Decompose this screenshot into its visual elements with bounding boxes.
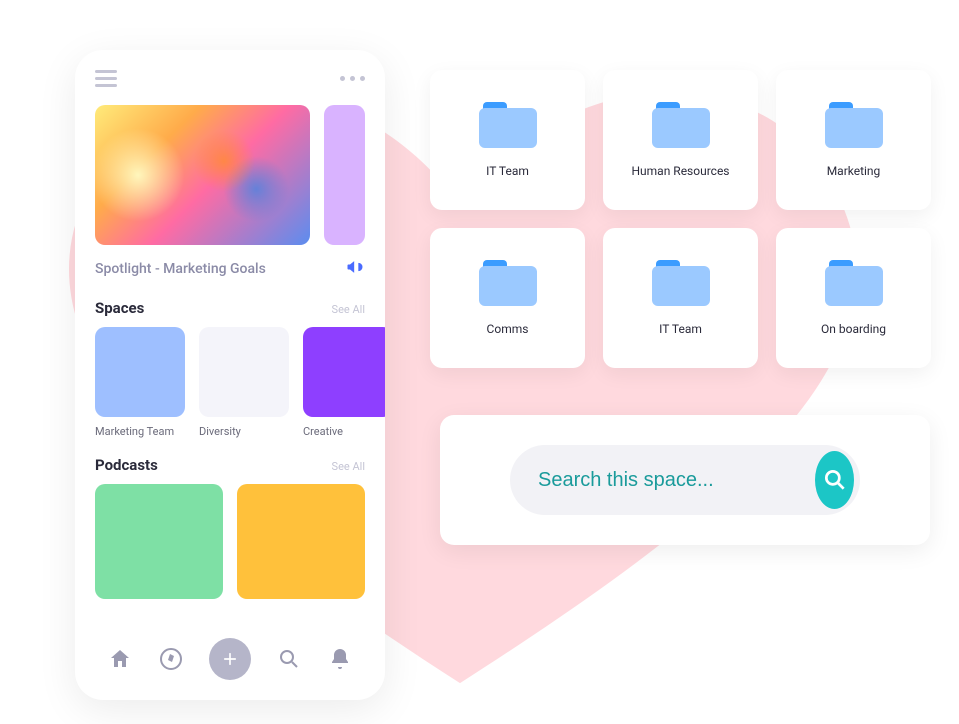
folder-label: Comms [487,322,529,336]
phone-mockup: Spotlight - Marketing Goals Spaces See A… [75,50,385,700]
folder-label: IT Team [659,322,702,336]
compass-icon[interactable] [159,647,183,671]
podcast-tile[interactable] [95,484,223,599]
spaces-see-all[interactable]: See All [332,303,365,316]
folder-card[interactable]: Comms [430,228,585,368]
podcasts-row [75,484,385,599]
search-button[interactable] [815,451,854,509]
hamburger-icon[interactable] [95,70,117,87]
search-input[interactable] [538,469,803,492]
home-icon[interactable] [108,647,132,671]
more-icon[interactable] [340,76,365,81]
folder-card[interactable]: Human Resources [603,70,758,210]
folder-label: IT Team [486,164,529,178]
add-button[interactable] [209,638,251,680]
folder-icon [479,260,537,306]
folder-card[interactable]: IT Team [430,70,585,210]
space-tile [95,327,185,417]
folder-card[interactable]: Marketing [776,70,931,210]
folder-icon [652,260,710,306]
folder-label: Marketing [827,164,881,178]
space-label: Creative [303,425,385,438]
spaces-row: Marketing Team Diversity Creative [75,327,385,438]
podcasts-section-head: Podcasts See All [75,438,385,484]
space-tile [199,327,289,417]
hero-image[interactable] [95,105,310,245]
search-pill [510,445,860,515]
bell-icon[interactable] [328,647,352,671]
folder-label: Human Resources [631,164,729,178]
spotlight-bar: Spotlight - Marketing Goals [75,245,385,281]
folder-card[interactable]: IT Team [603,228,758,368]
megaphone-icon[interactable] [345,257,365,281]
spotlight-label: Spotlight - Marketing Goals [95,261,266,277]
podcast-tile[interactable] [237,484,365,599]
folder-icon [652,102,710,148]
hero-side-card[interactable] [324,105,365,245]
space-item[interactable]: Creative [303,327,385,438]
folders-grid: IT Team Human Resources Marketing Comms … [430,70,931,368]
folder-icon [479,102,537,148]
spaces-title: Spaces [95,299,144,317]
search-card [440,415,930,545]
podcasts-see-all[interactable]: See All [332,460,365,473]
space-tile [303,327,385,417]
folder-icon [825,260,883,306]
space-item[interactable]: Diversity [199,327,289,438]
space-label: Marketing Team [95,425,185,438]
space-item[interactable]: Marketing Team [95,327,185,438]
folder-card[interactable]: On boarding [776,228,931,368]
folder-label: On boarding [821,322,886,336]
hero-row [75,105,385,245]
podcasts-title: Podcasts [95,456,158,474]
phone-header [75,70,385,105]
search-icon[interactable] [277,647,301,671]
phone-nav [75,628,385,690]
spaces-section-head: Spaces See All [75,281,385,327]
folder-icon [825,102,883,148]
space-label: Diversity [199,425,289,438]
